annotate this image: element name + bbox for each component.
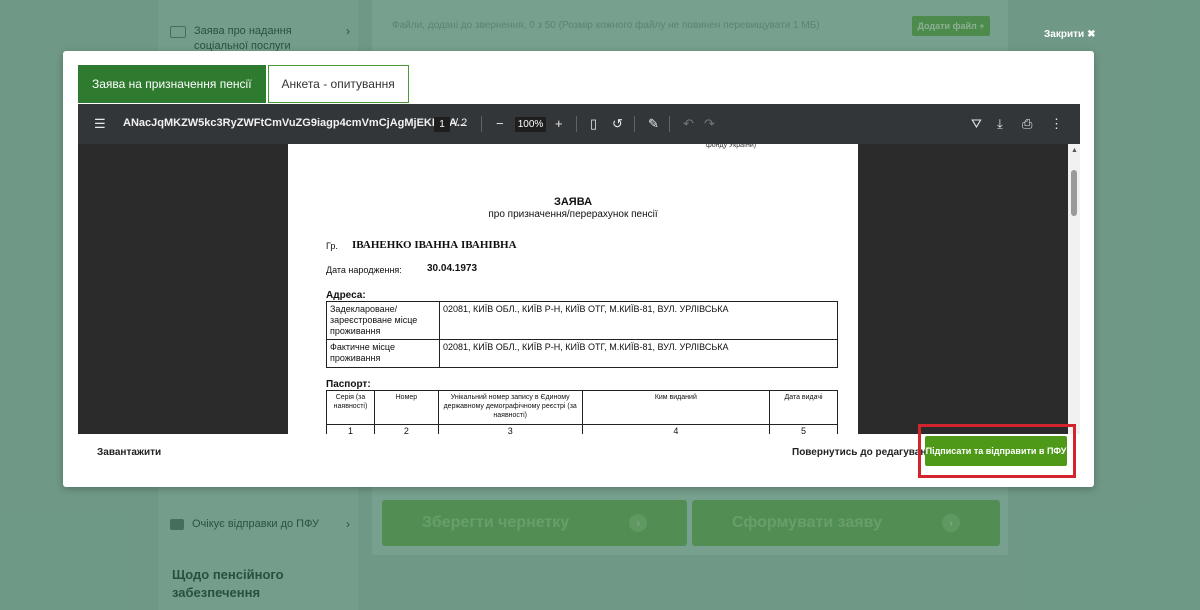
address-row-label: Фактичне місце проживання bbox=[326, 339, 440, 368]
address-table: Задекларoване/ зареєстроване місце прожи… bbox=[326, 301, 838, 368]
pdf-filename: ANacJqMKZW5kc3RyZWFtCmVuZG9iagp4cmVmCjAg… bbox=[123, 117, 467, 129]
column-number: 5 bbox=[769, 424, 838, 434]
scroll-up-icon[interactable]: ▲ bbox=[1071, 147, 1078, 154]
more-options-icon[interactable]: ⋮ bbox=[1050, 116, 1063, 132]
birth-date-value: 30.04.1973 bbox=[427, 263, 478, 274]
redo-icon[interactable]: ↷ bbox=[704, 116, 715, 132]
column-header: Номер bbox=[373, 390, 439, 425]
toolbar-divider bbox=[634, 116, 635, 132]
table-row: Задекларoване/ зареєстроване місце прожи… bbox=[326, 301, 838, 340]
applicant-name: ІВАНЕНКО ІВАННА ІВАНІВНА bbox=[352, 239, 517, 251]
tab-pension-application[interactable]: Заява на призначення пенсії bbox=[78, 65, 266, 103]
zoom-level-input[interactable]: 100% bbox=[515, 117, 546, 132]
pdf-page-area[interactable]: фонду України) ЗАЯВА про призначення/пер… bbox=[78, 142, 1080, 434]
address-row-value: 02081, КИЇВ ОБЛ., КИЇВ Р-Н, КИЇВ ОТГ, М.… bbox=[439, 339, 838, 368]
close-button[interactable]: Закрити ✖ bbox=[1044, 29, 1096, 40]
fit-page-icon[interactable]: ▯ bbox=[590, 116, 597, 132]
drive-save-icon[interactable]: ⛛ bbox=[971, 116, 982, 132]
undo-icon[interactable]: ↶ bbox=[683, 116, 694, 132]
column-number: 3 bbox=[437, 424, 583, 434]
table-row: Фактичне місце проживання 02081, КИЇВ ОБ… bbox=[326, 339, 838, 368]
close-icon: ✖ bbox=[1087, 29, 1096, 40]
close-label: Закрити bbox=[1044, 29, 1085, 40]
preview-modal: Заява на призначення пенсії Анкета - опи… bbox=[63, 51, 1094, 487]
toolbar-divider bbox=[576, 116, 577, 132]
tab-questionnaire[interactable]: Анкета - опитування bbox=[267, 65, 409, 103]
sign-and-send-button[interactable]: Підписати та відправити в ПФУ bbox=[925, 436, 1067, 466]
download-link[interactable]: Завантажити bbox=[97, 447, 161, 458]
column-number: 4 bbox=[581, 424, 771, 434]
toolbar-divider bbox=[669, 116, 670, 132]
address-heading: Адреса: bbox=[326, 290, 366, 301]
document-top-note: фонду України) bbox=[706, 142, 757, 149]
pdf-page: фонду України) ЗАЯВА про призначення/пер… bbox=[288, 142, 858, 434]
back-to-edit-link[interactable]: Повернутись до редагування bbox=[792, 447, 938, 458]
pdf-viewer: ☰ ANacJqMKZW5kc3RyZWFtCmVuZG9iagp4cmVmCj… bbox=[78, 104, 1080, 434]
modal-tabs: Заява на призначення пенсії Анкета - опи… bbox=[78, 65, 409, 103]
table-row: 1 2 3 4 5 bbox=[326, 424, 838, 434]
document-title: ЗАЯВА bbox=[553, 196, 593, 208]
download-icon[interactable]: ⤓ bbox=[997, 116, 1003, 132]
birth-date-label: Дата народження: bbox=[326, 265, 402, 275]
column-header: Серія (за наявності) bbox=[326, 390, 375, 425]
passport-heading: Паспорт: bbox=[326, 379, 371, 390]
document-subtitle: про призначення/перерахунок пенсії bbox=[488, 209, 658, 220]
zoom-out-icon[interactable]: − bbox=[496, 116, 504, 132]
annotate-icon[interactable]: ✎ bbox=[648, 116, 659, 132]
column-number: 1 bbox=[326, 424, 375, 434]
pdf-toolbar: ☰ ANacJqMKZW5kc3RyZWFtCmVuZG9iagp4cmVmCj… bbox=[78, 104, 1080, 144]
toolbar-divider bbox=[481, 116, 482, 132]
menu-icon[interactable]: ☰ bbox=[94, 116, 106, 132]
citizen-prefix: Гр. bbox=[326, 241, 338, 251]
address-row-label: Задекларoване/ зареєстроване місце прожи… bbox=[326, 301, 440, 340]
address-row-value: 02081, КИЇВ ОБЛ., КИЇВ Р-Н, КИЇВ ОТГ, М.… bbox=[439, 301, 838, 340]
table-header-row: Серія (за наявності) Номер Унікальний но… bbox=[326, 390, 838, 425]
rotate-icon[interactable]: ↺ bbox=[612, 116, 623, 132]
column-header: Ким виданий bbox=[581, 390, 771, 425]
pdf-scrollbar[interactable]: ▲ bbox=[1068, 144, 1080, 434]
page-total: / 2 bbox=[455, 117, 468, 129]
scrollbar-thumb[interactable] bbox=[1071, 170, 1077, 216]
column-header: Унікальний номер запису в Єдиному держав… bbox=[437, 390, 583, 425]
passport-table: Серія (за наявності) Номер Унікальний но… bbox=[326, 390, 838, 434]
zoom-in-icon[interactable]: + bbox=[555, 116, 563, 132]
column-number: 2 bbox=[373, 424, 439, 434]
print-icon[interactable]: ⎙ bbox=[1022, 116, 1032, 132]
page-number-input[interactable]: 1 bbox=[434, 117, 450, 132]
column-header: Дата видачі bbox=[769, 390, 838, 425]
